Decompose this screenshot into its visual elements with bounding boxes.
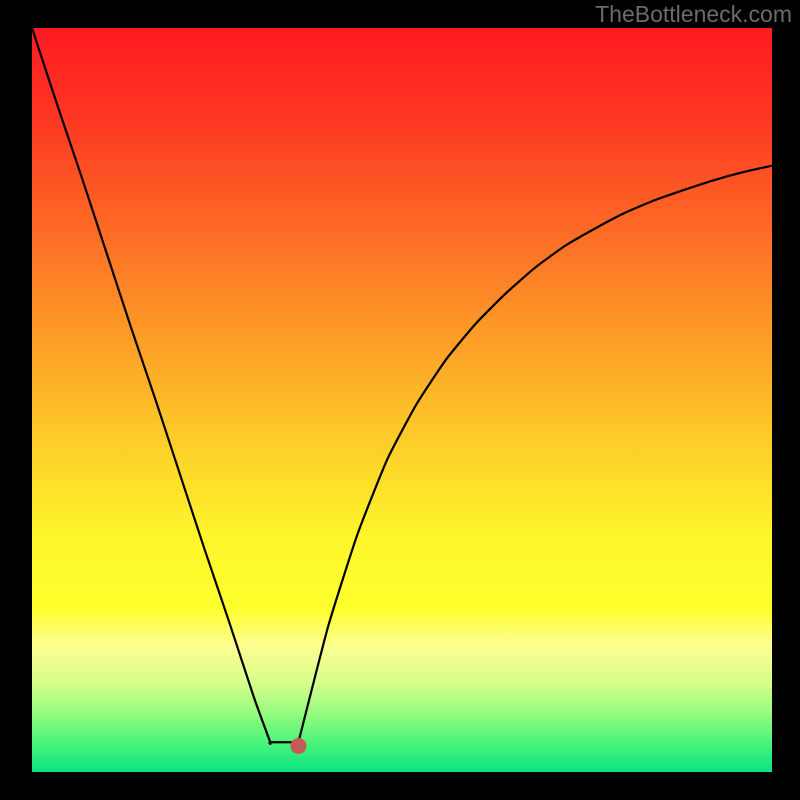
minimum-marker xyxy=(290,738,306,754)
chart-frame: TheBottleneck.com xyxy=(0,0,800,800)
gradient-background xyxy=(32,28,772,772)
bottleneck-plot xyxy=(32,28,772,772)
watermark-text: TheBottleneck.com xyxy=(595,0,792,28)
plot-svg xyxy=(32,28,772,772)
